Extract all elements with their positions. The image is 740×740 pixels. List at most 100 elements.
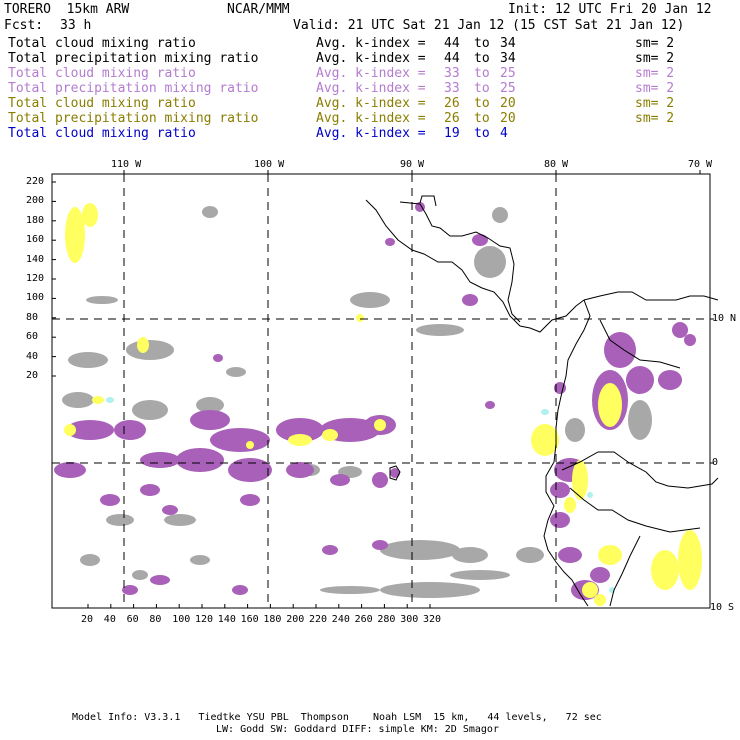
precip-purple-patch [210,428,270,452]
lon-label-80w: 80 W [544,159,569,170]
x-tick-label: 160 [240,614,259,625]
y-tick-label: 220 [26,176,45,187]
precip-purple-patch [150,575,170,585]
cloud-cyan-patch [587,492,593,498]
y-tick-label: 120 [26,273,45,284]
y-tick-label: 20 [26,370,39,381]
cloud-gray-patch [202,206,218,218]
precip-purple-patch [54,462,86,478]
cloud-gray-patch [106,514,134,526]
x-tick-label: 120 [195,614,214,625]
precip-purple-patch [550,512,570,528]
precip-purple-patch [385,238,395,246]
cloud-gray-patch [516,547,544,563]
mixing-ratio-shading [54,202,702,606]
precip-purple-patch [672,322,688,338]
precip-yellow-patch [678,530,702,590]
precip-yellow-patch [82,203,98,227]
precip-purple-patch [372,472,388,488]
y-tick-label: 200 [26,195,45,207]
cloud-gray-patch [452,547,488,563]
precip-purple-patch [550,482,570,498]
precip-yellow-patch [92,396,104,404]
precip-yellow-patch [582,582,598,598]
precip-purple-patch [626,366,654,394]
cloud-gray-patch [132,570,148,580]
south-america-north-coast [583,291,719,301]
x-tick-label: 20 [81,614,94,625]
precip-yellow-patch [572,460,588,500]
cloud-gray-patch [190,555,210,565]
precip-purple-patch [590,567,610,583]
map-canvas [51,170,719,609]
cloud-gray-patch [62,392,94,408]
lat-label-10n: 10 N [712,313,737,324]
x-tick-label: 60 [126,614,139,625]
cloud-gray-patch [164,514,196,526]
precip-yellow-patch [356,314,364,322]
precip-purple-patch [322,545,338,555]
cloud-gray-patch [350,292,390,308]
x-tick-label: 320 [423,614,442,625]
precip-yellow-patch [322,429,338,441]
x-tick-label: 140 [217,614,236,625]
precip-purple-patch [330,474,350,486]
lon-label-90w: 90 W [400,159,425,170]
precip-purple-patch [228,458,272,482]
precip-purple-patch [232,585,248,595]
cloud-gray-patch [565,418,585,442]
lon-label-100w: 100 W [254,159,285,170]
y-tick-label: 180 [26,214,45,226]
y-tick-label: 80 [26,311,39,323]
cloud-gray-patch [86,296,118,304]
precip-purple-patch [100,494,120,506]
precip-purple-patch [684,334,696,346]
cloud-gray-patch [380,540,460,560]
precip-yellow-patch [594,594,606,606]
precip-purple-patch [240,494,260,506]
x-tick-label: 260 [354,614,373,625]
lat-label-10s: 10 S [710,602,735,613]
x-tick-label: 100 [172,614,191,625]
cloud-gray-patch [450,570,510,580]
x-tick-label: 240 [331,614,350,625]
cloud-gray-patch [126,340,174,360]
model-info-line2: LW: Godd SW: Goddard DIFF: simple KM: 2D… [216,724,499,735]
x-tick-label: 180 [263,614,282,625]
cloud-gray-patch [80,554,100,566]
model-info-line1: Model Info: V3.3.1 Tiedtke YSU PBL Thomp… [72,712,602,723]
precip-purple-patch [286,462,314,478]
precip-purple-patch [558,547,582,563]
precip-yellow-patch [651,550,679,590]
precip-purple-patch [372,540,388,550]
precip-purple-patch [472,234,488,246]
cloud-cyan-patch [106,397,114,403]
y-tick-label: 40 [26,350,39,362]
cloud-gray-patch [474,246,506,278]
lon-label-110w: 110 W [111,159,142,170]
cloud-gray-patch [226,367,246,377]
precip-yellow-patch [374,419,386,431]
precip-yellow-patch [65,207,85,263]
lon-label-70w: 70 W [688,159,713,170]
cloud-gray-patch [492,207,508,223]
precip-purple-patch [658,370,682,390]
precip-yellow-patch [598,383,622,427]
y-tick-label: 140 [26,253,45,265]
cloud-cyan-patch [541,409,549,415]
precip-purple-patch [114,420,146,440]
y-tick-label: 60 [26,331,39,343]
cloud-gray-patch [68,352,108,368]
precip-purple-patch [485,401,495,409]
cloud-gray-patch [132,400,168,420]
x-tick-label: 200 [286,614,305,625]
precip-yellow-patch [137,337,149,353]
precip-yellow-patch [598,545,622,565]
cloud-gray-patch [416,324,464,336]
y-tick-label: 160 [26,234,45,246]
precip-purple-patch [162,505,178,515]
precip-purple-patch [190,410,230,430]
precip-yellow-patch [246,441,254,449]
precip-yellow-patch [64,424,76,436]
precip-purple-patch [176,448,224,472]
